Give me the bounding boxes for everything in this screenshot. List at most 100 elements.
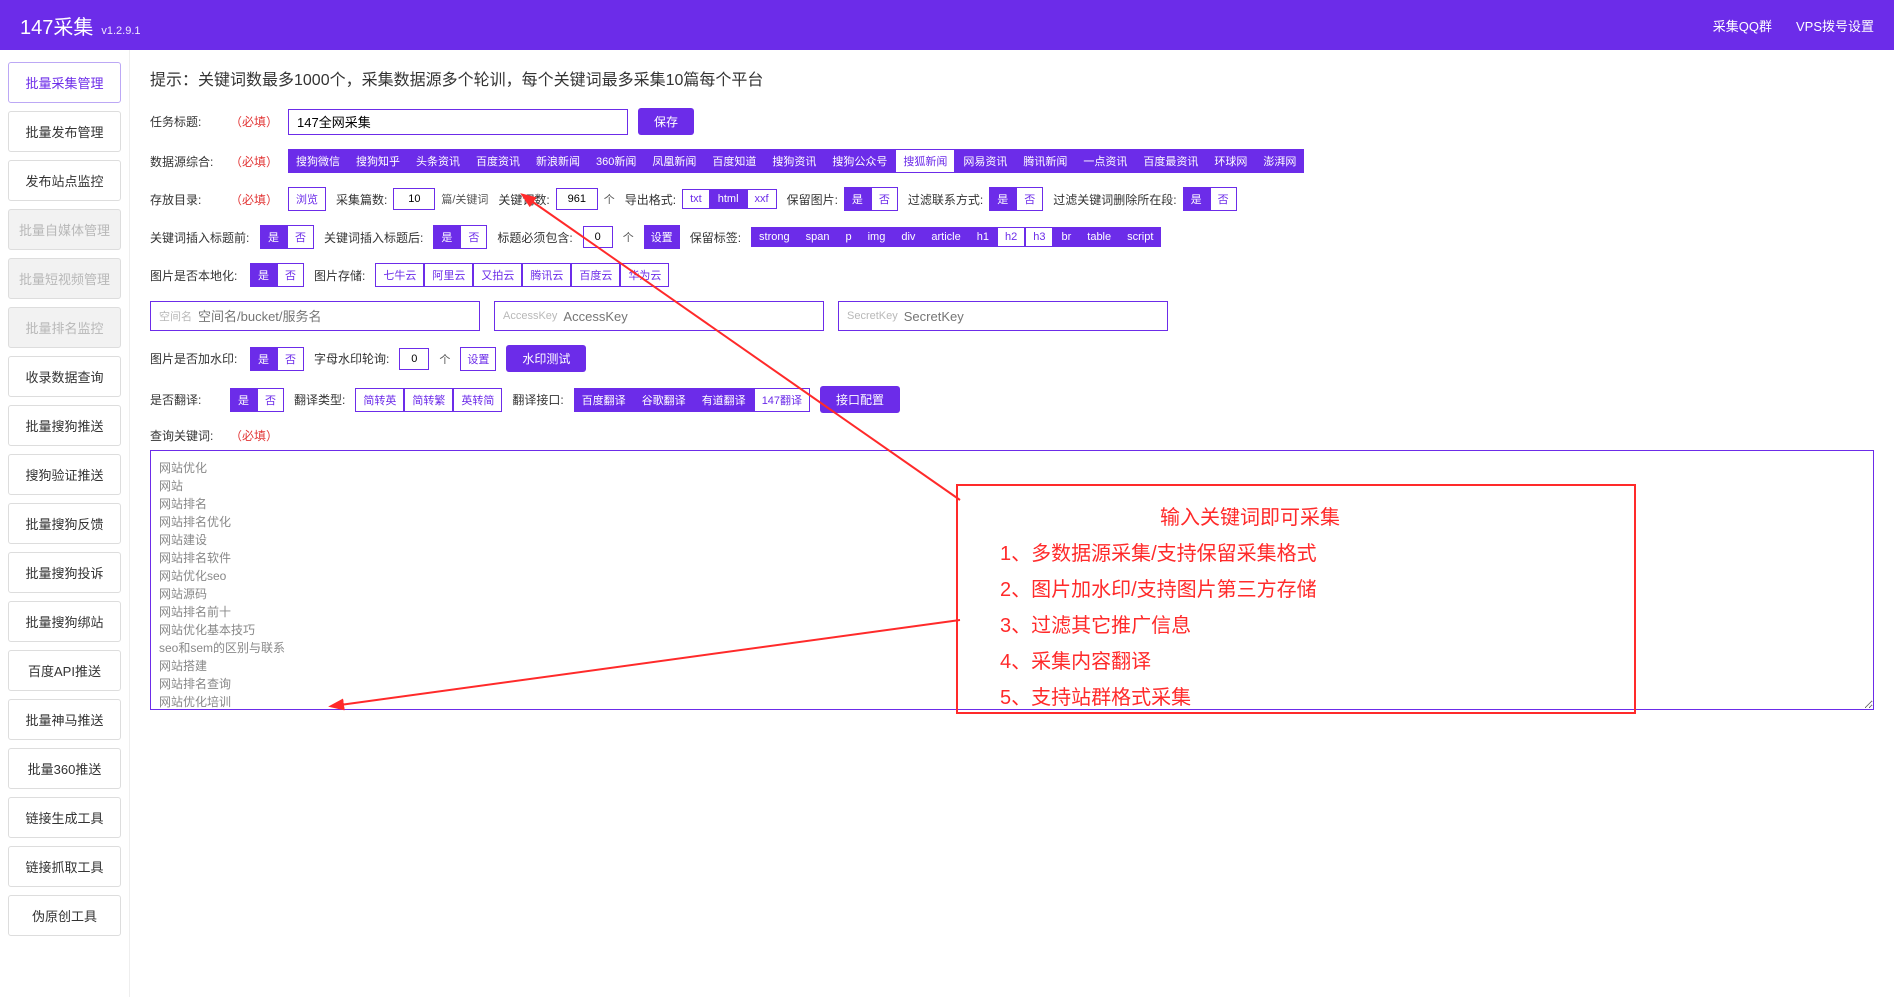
- sources-item-16[interactable]: 澎湃网: [1255, 149, 1304, 173]
- sidebar-item-14[interactable]: 批量360推送: [8, 748, 121, 789]
- tifaces-item-2[interactable]: 有道翻译: [694, 388, 754, 412]
- filter-contact-no[interactable]: 否: [1016, 187, 1043, 211]
- sources-item-15[interactable]: 环球网: [1206, 149, 1255, 173]
- sources-item-10[interactable]: 搜狐新闻: [895, 149, 955, 173]
- stores-item-0[interactable]: 七牛云: [375, 263, 424, 287]
- sidebar-item-16[interactable]: 链接抓取工具: [8, 846, 121, 887]
- task-title-input[interactable]: [288, 109, 628, 135]
- sources-item-0[interactable]: 搜狗微信: [288, 149, 348, 173]
- sources-item-8[interactable]: 搜狗资讯: [764, 149, 824, 173]
- watermark-test-button[interactable]: 水印测试: [506, 345, 586, 372]
- tags-item-11[interactable]: script: [1119, 227, 1161, 247]
- sidebar-item-12[interactable]: 百度API推送: [8, 650, 121, 691]
- browse-button[interactable]: 浏览: [288, 187, 326, 211]
- secretkey-input[interactable]: [904, 309, 1159, 324]
- sidebar-item-7[interactable]: 批量搜狗推送: [8, 405, 121, 446]
- tifaces-item-3[interactable]: 147翻译: [754, 388, 810, 412]
- sources-item-6[interactable]: 凤凰新闻: [644, 149, 704, 173]
- sidebar-item-8[interactable]: 搜狗验证推送: [8, 454, 121, 495]
- tifaces-item-0[interactable]: 百度翻译: [574, 388, 634, 412]
- count-input[interactable]: [393, 188, 435, 210]
- watermark-no[interactable]: 否: [277, 347, 304, 371]
- sidebar-item-13[interactable]: 批量神马推送: [8, 699, 121, 740]
- must-contain-input[interactable]: [583, 226, 613, 248]
- translate-no[interactable]: 否: [257, 388, 284, 412]
- sources-item-2[interactable]: 头条资讯: [408, 149, 468, 173]
- save-button[interactable]: 保存: [638, 108, 694, 135]
- fmts-item-0[interactable]: txt: [682, 189, 710, 209]
- fmts-item-1[interactable]: html: [710, 189, 747, 209]
- sources-item-7[interactable]: 百度知道: [704, 149, 764, 173]
- tags-item-8[interactable]: h3: [1025, 227, 1053, 247]
- sources-item-4[interactable]: 新浪新闻: [528, 149, 588, 173]
- ttypes-item-2[interactable]: 英转简: [453, 388, 502, 412]
- translate-config-button[interactable]: 接口配置: [820, 386, 900, 413]
- ttypes-item-1[interactable]: 简转繁: [404, 388, 453, 412]
- must-contain-unit: 个: [623, 229, 634, 245]
- fmts-item-2[interactable]: xxf: [747, 189, 777, 209]
- stores-item-3[interactable]: 腾讯云: [522, 263, 571, 287]
- ttypes-item-0[interactable]: 简转英: [355, 388, 404, 412]
- keep-tags-label: 保留标签:: [690, 229, 741, 246]
- keyword-count-unit: 个: [604, 191, 615, 207]
- insert-pre-no[interactable]: 否: [287, 225, 314, 249]
- sidebar-item-6[interactable]: 收录数据查询: [8, 356, 121, 397]
- header-link-qq[interactable]: 采集QQ群: [1713, 16, 1772, 35]
- stores-item-1[interactable]: 阿里云: [424, 263, 473, 287]
- filter-delete-yes[interactable]: 是: [1183, 187, 1210, 211]
- space-input[interactable]: [198, 309, 471, 324]
- keep-image-yes[interactable]: 是: [844, 187, 871, 211]
- task-title-required: （必填）: [230, 113, 278, 130]
- stores-item-4[interactable]: 百度云: [571, 263, 620, 287]
- img-local-yes[interactable]: 是: [250, 263, 277, 287]
- sidebar-item-1[interactable]: 批量发布管理: [8, 111, 121, 152]
- filter-delete-no[interactable]: 否: [1210, 187, 1237, 211]
- filter-contact-yes[interactable]: 是: [989, 187, 1016, 211]
- sources-item-5[interactable]: 360新闻: [588, 149, 644, 173]
- tags-item-5[interactable]: article: [923, 227, 968, 247]
- img-local-no[interactable]: 否: [277, 263, 304, 287]
- tags-item-10[interactable]: table: [1079, 227, 1119, 247]
- insert-pre-yes[interactable]: 是: [260, 225, 287, 249]
- sidebar-item-17[interactable]: 伪原创工具: [8, 895, 121, 936]
- sources-item-12[interactable]: 腾讯新闻: [1015, 149, 1075, 173]
- tags-item-1[interactable]: span: [798, 227, 838, 247]
- keyword-count-label: 关键词数:: [498, 191, 549, 208]
- tags-item-0[interactable]: strong: [751, 227, 798, 247]
- keep-image-no[interactable]: 否: [871, 187, 898, 211]
- tags-item-4[interactable]: div: [893, 227, 923, 247]
- tags-item-6[interactable]: h1: [969, 227, 997, 247]
- tifaces-item-1[interactable]: 谷歌翻译: [634, 388, 694, 412]
- sidebar-item-11[interactable]: 批量搜狗绑站: [8, 601, 121, 642]
- translate-yes[interactable]: 是: [230, 388, 257, 412]
- watermark-roll-set-button[interactable]: 设置: [460, 347, 496, 371]
- watermark-yes[interactable]: 是: [250, 347, 277, 371]
- sidebar-item-10[interactable]: 批量搜狗投诉: [8, 552, 121, 593]
- accesskey-input[interactable]: [563, 309, 815, 324]
- sources-item-3[interactable]: 百度资讯: [468, 149, 528, 173]
- sources-item-13[interactable]: 一点资讯: [1075, 149, 1135, 173]
- header-link-vps[interactable]: VPS拨号设置: [1796, 16, 1874, 35]
- sidebar-item-15[interactable]: 链接生成工具: [8, 797, 121, 838]
- sources-item-1[interactable]: 搜狗知乎: [348, 149, 408, 173]
- must-contain-set-button[interactable]: 设置: [644, 225, 680, 249]
- sidebar-item-9[interactable]: 批量搜狗反馈: [8, 503, 121, 544]
- insert-post-no[interactable]: 否: [460, 225, 487, 249]
- sources-item-14[interactable]: 百度最资讯: [1135, 149, 1206, 173]
- tags-item-9[interactable]: br: [1053, 227, 1079, 247]
- sidebar-item-2[interactable]: 发布站点监控: [8, 160, 121, 201]
- keywords-textarea[interactable]: [150, 450, 1874, 710]
- sources-item-9[interactable]: 搜狗公众号: [824, 149, 895, 173]
- stores-item-2[interactable]: 又拍云: [473, 263, 522, 287]
- secretkey-input-wrap: SecretKey: [838, 301, 1168, 331]
- stores-item-5[interactable]: 华为云: [620, 263, 669, 287]
- tags-item-3[interactable]: img: [860, 227, 894, 247]
- keyword-count-input[interactable]: [556, 188, 598, 210]
- count-label: 采集篇数:: [336, 191, 387, 208]
- tags-item-2[interactable]: p: [837, 227, 859, 247]
- sources-item-11[interactable]: 网易资讯: [955, 149, 1015, 173]
- tags-item-7[interactable]: h2: [997, 227, 1025, 247]
- sidebar-item-0[interactable]: 批量采集管理: [8, 62, 121, 103]
- insert-post-yes[interactable]: 是: [433, 225, 460, 249]
- watermark-roll-input[interactable]: [399, 348, 429, 370]
